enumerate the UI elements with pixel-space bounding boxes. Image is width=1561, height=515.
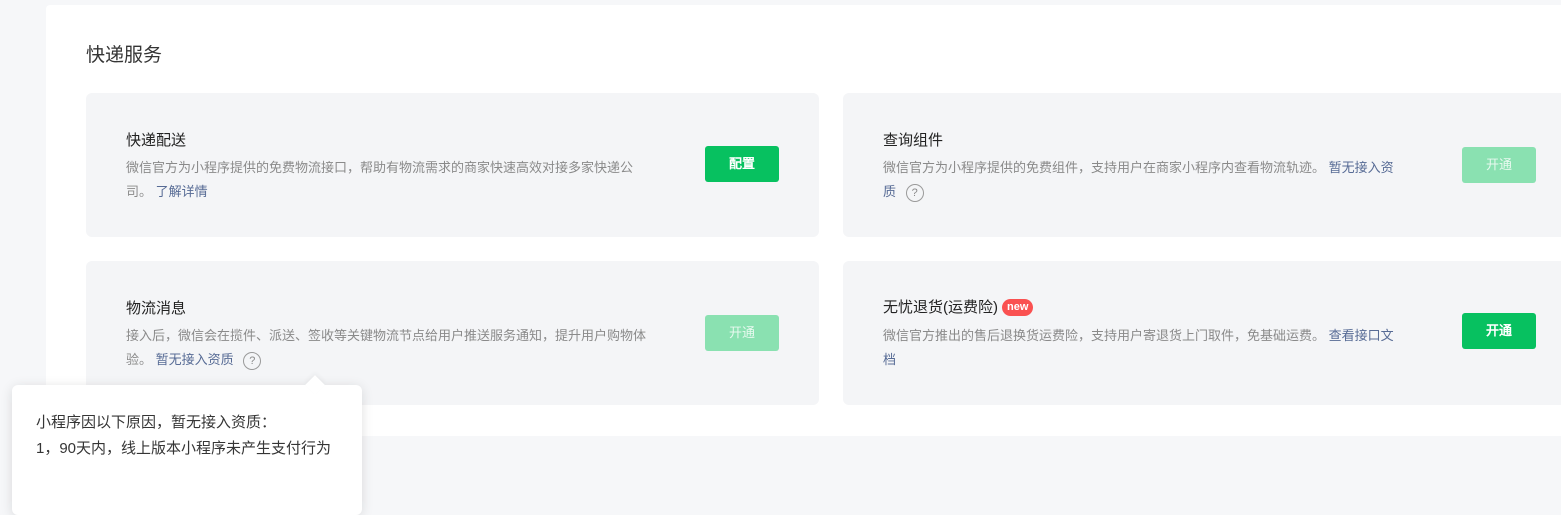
help-icon[interactable]: ? [243, 351, 262, 370]
new-badge: new [1002, 299, 1034, 316]
card-description: 微信官方为小程序提供的免费组件，支持用户在商家小程序内查看物流轨迹。 暂无接入资… [883, 156, 1403, 204]
card-desc-text: 微信官方推出的售后退换货运费险，支持用户寄退货上门取件，免基础运费。 [883, 328, 1326, 343]
help-icon[interactable]: ? [905, 183, 924, 202]
no-qualification-link[interactable]: 暂无接入资质 [156, 352, 234, 367]
card-description: 微信官方为小程序提供的免费物流接口，帮助有物流需求的商家快速高效对接多家快递公司… [126, 156, 646, 204]
tooltip-content: 小程序因以下原因，暂无接入资质： 1，90天内，线上版本小程序未产生支付行为 [36, 410, 346, 462]
enable-button[interactable]: 开通 [1462, 147, 1536, 183]
card-title: 快递配送 [126, 132, 187, 149]
card-desc-text: 微信官方为小程序提供的免费组件，支持用户在商家小程序内查看物流轨迹。 [883, 160, 1326, 175]
enable-button[interactable]: 开通 [1462, 313, 1536, 349]
card-title-text: 无忧退货(运费险) [883, 299, 998, 316]
card-description: 微信官方推出的售后退换货运费险，支持用户寄退货上门取件，免基础运费。 查看接口文… [883, 324, 1403, 372]
learn-more-link[interactable]: 了解详情 [156, 184, 208, 199]
card-title: 无忧退货(运费险) new [883, 296, 1034, 317]
card-title: 物流消息 [126, 300, 187, 317]
section-title: 快递服务 [86, 45, 163, 66]
tooltip-line: 小程序因以下原因，暂无接入资质： [36, 414, 277, 431]
configure-button[interactable]: 配置 [705, 146, 779, 182]
tooltip-line: 1，90天内，线上版本小程序未产生支付行为 [36, 440, 332, 457]
card-title: 查询组件 [883, 132, 944, 149]
card-description: 接入后，微信会在揽件、派送、签收等关键物流节点给用户推送服务通知，提升用户购物体… [126, 324, 646, 372]
enable-button[interactable]: 开通 [705, 315, 779, 351]
